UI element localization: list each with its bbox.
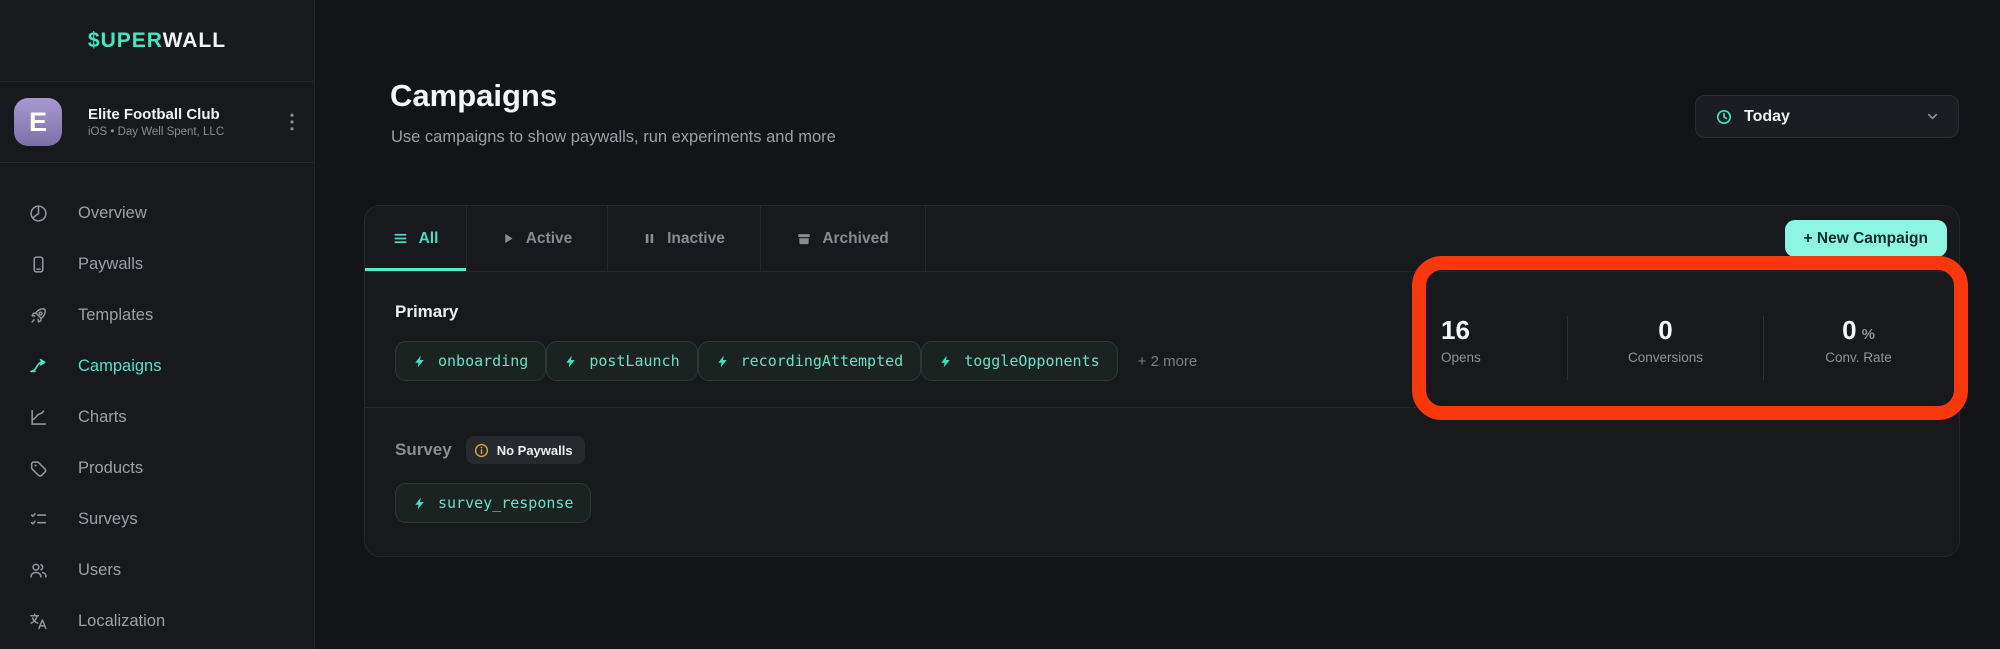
users-icon — [29, 561, 48, 580]
archive-icon — [797, 232, 811, 246]
trigger-tag: postLaunch — [546, 341, 697, 381]
logo-teal-part: $UPER — [88, 29, 163, 52]
sidebar-item-templates[interactable]: Templates — [0, 290, 314, 341]
more-tags-label[interactable]: + 2 more — [1138, 353, 1198, 370]
stat-cell: 0 Conversions — [1567, 316, 1763, 380]
campaign-row-survey[interactable]: Survey No Paywalls survey_response — [365, 408, 1959, 557]
stat-label: Conv. Rate — [1825, 350, 1892, 365]
tab-all[interactable]: All — [365, 206, 467, 271]
bolt-icon — [564, 355, 577, 368]
stat-cell: 0 % Conv. Rate — [1763, 316, 1953, 380]
sidebar-item-campaigns[interactable]: Campaigns — [0, 341, 314, 392]
workspace-avatar: E — [14, 98, 62, 146]
kebab-icon[interactable] — [284, 109, 300, 135]
campaigns-icon — [29, 357, 48, 376]
stat-value: 0 — [1842, 316, 1856, 344]
tab-archived[interactable]: Archived — [761, 206, 926, 271]
campaign-name: Survey — [395, 440, 452, 460]
bolt-icon — [939, 355, 952, 368]
list-icon — [393, 231, 408, 246]
date-range-value: Today — [1744, 108, 1925, 126]
trigger-tag: survey_response — [395, 483, 591, 523]
paywalls-icon — [29, 255, 48, 274]
sidebar-item-overview[interactable]: Overview — [0, 188, 314, 239]
page-subtitle: Use campaigns to show paywalls, run expe… — [391, 128, 836, 147]
sidebar-item-users[interactable]: Users — [0, 545, 314, 596]
sidebar: $UPERWALL E Elite Football Club iOS • Da… — [0, 0, 315, 649]
workspace-switcher[interactable]: E Elite Football Club iOS • Day Well Spe… — [0, 82, 314, 163]
sidebar-item-localization[interactable]: Localization — [0, 596, 314, 647]
bolt-icon — [413, 497, 426, 510]
stat-value: 0 — [1658, 316, 1672, 344]
chevron-down-icon — [1925, 109, 1940, 124]
stat-label: Opens — [1441, 350, 1481, 365]
sidebar-item-products[interactable]: Products — [0, 443, 314, 494]
trigger-tags: survey_response — [395, 483, 1959, 523]
charts-icon — [29, 408, 48, 427]
campaigns-tabbar: All Active Inactive Archived + New Campa… — [365, 206, 1959, 272]
sidebar-item-paywalls[interactable]: Paywalls — [0, 239, 314, 290]
tabbar-spacer — [926, 206, 1785, 271]
overview-icon — [29, 204, 48, 223]
bolt-icon — [716, 355, 729, 368]
superwall-logo: $UPERWALL — [88, 29, 226, 53]
templates-icon — [29, 306, 48, 325]
surveys-icon — [29, 510, 48, 529]
products-icon — [29, 459, 48, 478]
brand-logo: $UPERWALL — [0, 0, 314, 82]
localization-icon — [29, 612, 48, 631]
trigger-tag: recordingAttempted — [698, 341, 922, 381]
sidebar-item-charts[interactable]: Charts — [0, 392, 314, 443]
trigger-tag: toggleOpponents — [921, 341, 1117, 381]
campaigns-card: All Active Inactive Archived + New Campa… — [364, 205, 1960, 557]
pause-icon — [643, 232, 656, 245]
stat-label: Conversions — [1628, 350, 1703, 365]
page-title: Campaigns — [390, 78, 557, 114]
play-icon — [502, 232, 515, 245]
workspace-subtitle: iOS • Day Well Spent, LLC — [88, 126, 284, 138]
trigger-tag: onboarding — [395, 341, 546, 381]
sidebar-item-surveys[interactable]: Surveys — [0, 494, 314, 545]
info-icon — [474, 443, 489, 458]
main-content: Campaigns Use campaigns to show paywalls… — [315, 0, 2000, 649]
clock-icon — [1716, 109, 1732, 125]
workspace-text: Elite Football Club iOS • Day Well Spent… — [88, 106, 284, 138]
campaign-row-primary[interactable]: Primary onboarding postLaunch recordingA… — [365, 272, 1959, 408]
tab-active[interactable]: Active — [467, 206, 608, 271]
tab-inactive[interactable]: Inactive — [608, 206, 761, 271]
bolt-icon — [413, 355, 426, 368]
campaign-stats: 16 Opens 0 Conversions 0 % Conv. Ra — [1425, 316, 1953, 380]
workspace-name: Elite Football Club — [88, 106, 284, 123]
new-campaign-button[interactable]: + New Campaign — [1785, 220, 1947, 257]
no-paywalls-badge: No Paywalls — [466, 436, 585, 464]
date-range-dropdown[interactable]: Today — [1695, 95, 1959, 138]
logo-white-part: WALL — [163, 29, 226, 52]
stat-suffix: % — [1862, 326, 1875, 343]
stat-value: 16 — [1441, 316, 1470, 344]
stat-cell: 16 Opens — [1425, 316, 1567, 380]
sidebar-nav: Overview Paywalls Templates Campaigns Ch… — [0, 188, 314, 647]
